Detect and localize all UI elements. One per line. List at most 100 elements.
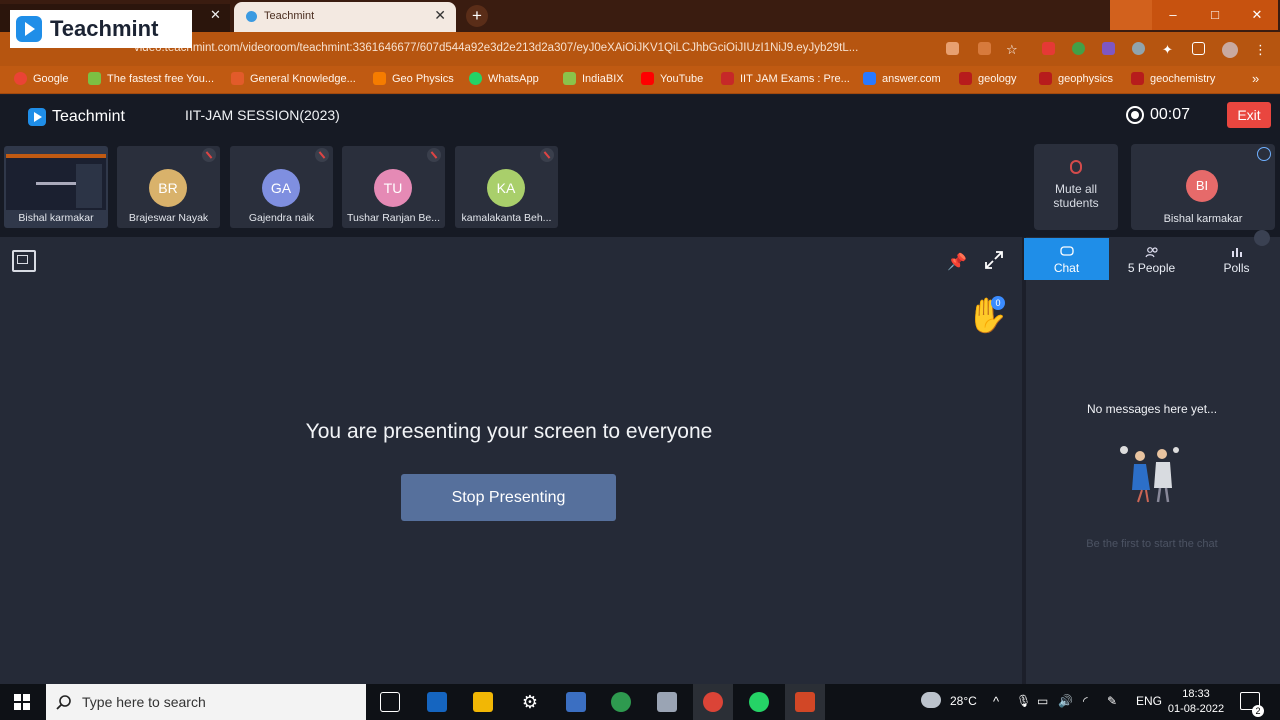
extensions-puzzle-icon[interactable]: ✦ [1162, 42, 1175, 57]
record-icon [1126, 106, 1144, 124]
avatar: KA [487, 169, 525, 207]
task-view-icon[interactable] [380, 692, 400, 712]
new-tab-button[interactable]: + [466, 5, 488, 27]
teachmint-watermark-logo: Teachmint [10, 10, 192, 48]
mic-muted-icon [315, 148, 329, 162]
bookmark-geology[interactable]: geology [959, 72, 1017, 85]
word-app-icon[interactable] [566, 692, 586, 712]
mit-icon [1039, 72, 1052, 85]
participant-tile[interactable]: KA kamalakanta Beh... [455, 146, 558, 228]
bookmark-icon [721, 72, 734, 85]
polls-icon [1231, 248, 1242, 257]
file-explorer-icon[interactable] [473, 692, 493, 712]
mic-muted-icon [540, 148, 554, 162]
tray-expand-icon[interactable]: ^ [993, 694, 999, 709]
extension-icon[interactable] [1072, 42, 1085, 55]
raised-hands-count: 0 [991, 296, 1005, 310]
tab-chat[interactable]: Chat [1024, 238, 1109, 280]
mute-all-students-button[interactable]: Mute all students [1034, 144, 1118, 230]
avatar: GA [262, 169, 300, 207]
microphone-icon[interactable]: 🎙 [1016, 694, 1031, 708]
bookmark-geochemistry[interactable]: geochemistry [1131, 72, 1215, 85]
wifi-icon[interactable]: ◜ [1083, 694, 1088, 708]
taskbar-search-field[interactable]: Type here to search [46, 684, 366, 720]
screen-share-thumbnail [6, 154, 106, 210]
url-field[interactable]: video.teachmint.com/videoroom/teachmint:… [134, 42, 934, 54]
gk-icon [231, 72, 244, 85]
collapse-panel-icon[interactable] [1254, 230, 1270, 246]
bookmark-iit-jam[interactable]: IIT JAM Exams : Pre... [721, 72, 850, 85]
participant-name: Brajeswar Nayak [128, 212, 209, 224]
tab-close-icon[interactable]: ✕ [210, 7, 221, 23]
tab-close-icon[interactable]: ✕ [434, 7, 446, 24]
minimize-button[interactable]: – [1152, 0, 1194, 30]
bookmark-general-knowledge[interactable]: General Knowledge... [231, 72, 356, 85]
extension-icon[interactable] [1132, 42, 1145, 55]
mit-icon [1131, 72, 1144, 85]
presenting-message: You are presenting your screen to everyo… [305, 420, 713, 443]
extension-icon[interactable] [1102, 42, 1115, 55]
photos-app-icon[interactable] [427, 692, 447, 712]
weather-icon[interactable] [921, 692, 941, 708]
powerpoint-app-icon[interactable] [795, 692, 815, 712]
mit-icon [959, 72, 972, 85]
pin-icon[interactable]: 📌 [947, 252, 967, 272]
stop-presenting-button[interactable]: Stop Presenting [401, 474, 616, 521]
chrome-app-icon[interactable] [703, 692, 723, 712]
recording-timer: 00:07 [1126, 106, 1190, 124]
bookmark-indiabix[interactable]: IndiaBIX [563, 72, 624, 85]
side-panel-icon[interactable] [1192, 42, 1205, 55]
menu-kebab-icon[interactable]: ⋮ [1254, 42, 1267, 57]
share-icon[interactable] [978, 42, 991, 55]
volume-icon[interactable]: 🔊 [1058, 694, 1073, 708]
exit-button[interactable]: Exit [1227, 102, 1271, 128]
extension-icon[interactable] [1042, 42, 1055, 55]
participant-tile[interactable]: BR Brajeswar Nayak [117, 146, 220, 228]
participant-tile[interactable]: GA Gajendra naik [230, 146, 333, 228]
mic-muted-icon [202, 148, 216, 162]
edge-app-icon[interactable] [611, 692, 631, 712]
snipping-tool-icon[interactable] [657, 692, 677, 712]
whatsapp-icon [469, 72, 482, 85]
blogger-icon [373, 72, 386, 85]
taskbar-clock[interactable]: 18:33 01-08-2022 [1166, 687, 1226, 717]
participant-tile[interactable]: TU Tushar Ranjan Be... [342, 146, 445, 228]
tab-title: Teachmint [264, 10, 315, 22]
bookmark-geo-physics[interactable]: Geo Physics [373, 72, 454, 85]
participant-name: kamalakanta Beh... [461, 212, 552, 224]
install-icon[interactable] [946, 42, 959, 55]
bookmarks-overflow-icon[interactable]: » [1252, 71, 1259, 86]
maximize-button[interactable]: □ [1194, 0, 1236, 30]
self-screen-tile[interactable]: Bishal karmakar [4, 146, 108, 228]
bookmark-google[interactable]: Google [14, 72, 68, 85]
avatar: BI [1186, 170, 1218, 202]
teachmint-logo-icon [28, 108, 46, 126]
whatsapp-app-icon[interactable] [749, 692, 769, 712]
fullscreen-icon[interactable] [984, 250, 1004, 270]
mic-muted-icon [1070, 160, 1082, 174]
main-stage [0, 237, 1022, 685]
host-tile[interactable]: BI Bishal karmakar [1131, 144, 1275, 230]
empty-chat-subtitle: Be the first to start the chat [1086, 538, 1218, 550]
weather-temperature[interactable]: 28°C [950, 694, 977, 708]
participant-name: Tushar Ranjan Be... [347, 212, 440, 224]
bookmark-star-icon[interactable]: ☆ [1006, 42, 1019, 57]
windows-start-icon[interactable] [14, 694, 30, 710]
window-extra-button[interactable] [1110, 0, 1152, 30]
pen-icon[interactable]: ✎ [1107, 694, 1117, 708]
language-indicator[interactable]: ENG [1136, 694, 1162, 708]
bookmark-whatsapp[interactable]: WhatsApp [469, 72, 539, 85]
profile-avatar-icon[interactable] [1222, 42, 1238, 58]
close-window-button[interactable]: ✕ [1236, 0, 1278, 30]
bookmark-fastest-free[interactable]: The fastest free You... [88, 72, 214, 85]
teachmint-logo-icon [16, 16, 42, 42]
tab-people[interactable]: 5 People [1109, 238, 1194, 280]
bookmark-geophysics[interactable]: geophysics [1039, 72, 1113, 85]
bookmark-answer-com[interactable]: answer.com [863, 72, 941, 85]
tab-favicon-icon [246, 11, 257, 22]
bookmark-youtube[interactable]: YouTube [641, 72, 703, 85]
browser-tab-active[interactable]: Teachmint ✕ [234, 2, 456, 32]
network-icon[interactable]: ▭ [1037, 694, 1048, 708]
settings-gear-icon[interactable]: ⚙ [520, 692, 540, 712]
layout-toggle-icon[interactable] [12, 250, 36, 272]
